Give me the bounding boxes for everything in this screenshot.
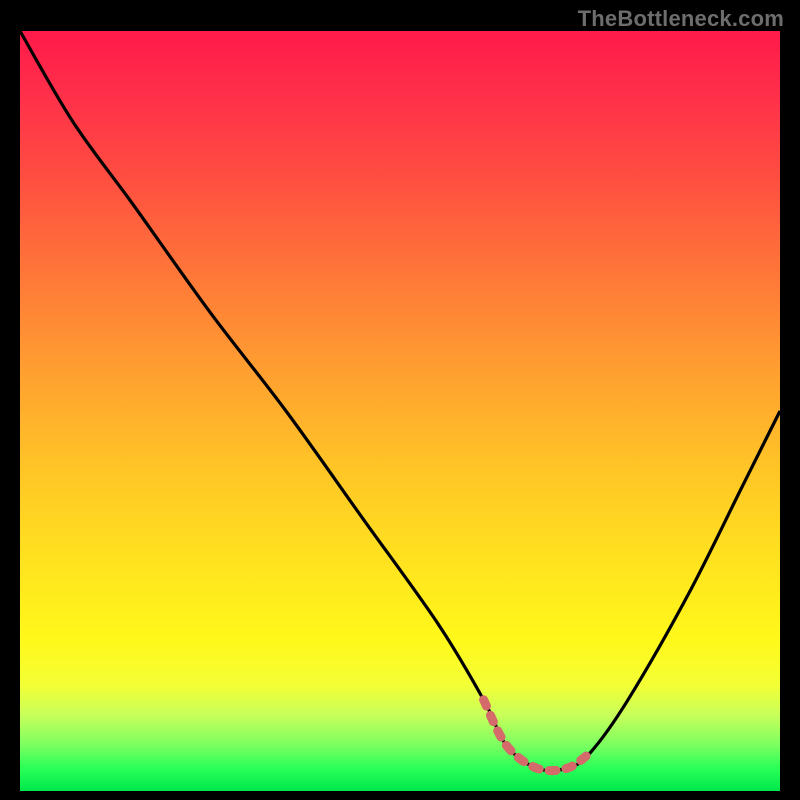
bottleneck-curve-path (20, 31, 780, 771)
chart-frame (20, 31, 780, 791)
watermark-text: TheBottleneck.com (578, 6, 784, 32)
chart-svg (20, 31, 780, 791)
low-band-dash (484, 700, 590, 771)
